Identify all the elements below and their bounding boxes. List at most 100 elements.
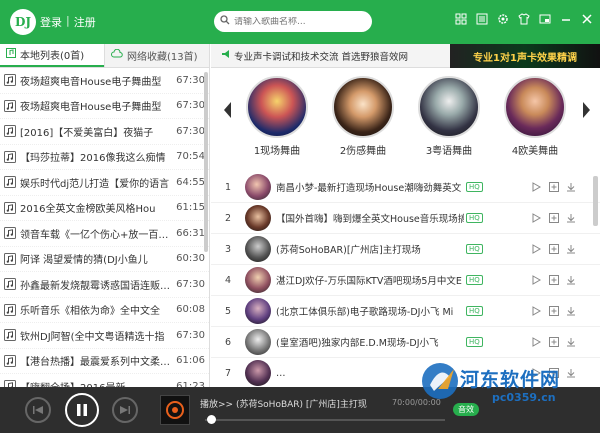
skin-icon[interactable] [517, 12, 531, 26]
category-cover[interactable] [504, 76, 566, 138]
tab-network-favorites[interactable]: 网络收藏(13首) [104, 44, 209, 67]
download-icon[interactable] [565, 337, 576, 348]
search-input[interactable] [234, 16, 364, 27]
carousel-prev-icon[interactable] [221, 100, 233, 120]
add-icon[interactable] [548, 244, 559, 255]
auth-links: 登录 | 注册 [40, 14, 96, 30]
close-icon[interactable] [580, 12, 594, 26]
track-row[interactable]: 2 【国外首嗨】嗨到爆全英文House音乐现场搞 HQ [211, 203, 600, 234]
track-thumbnail[interactable] [245, 236, 271, 262]
play-icon[interactable] [531, 306, 542, 317]
carousel-next-icon[interactable] [581, 100, 593, 120]
song-title: 乐听音乐《相依为命》全中文全 [20, 306, 160, 318]
music-note-icon [4, 74, 16, 87]
auth-separator: | [66, 14, 70, 27]
gear-icon[interactable] [496, 12, 510, 26]
song-duration: 67:30 [176, 125, 205, 137]
track-title[interactable]: 南昌小梦-最新打造现场House潮嗨劲舞英文 [276, 180, 464, 194]
track-thumbnail[interactable] [245, 298, 271, 324]
play-icon[interactable] [531, 182, 542, 193]
song-list-item[interactable]: 夜场超爽电音House电子舞曲型 67:30 [0, 68, 209, 94]
play-icon[interactable] [531, 213, 542, 224]
download-icon[interactable] [565, 306, 576, 317]
add-icon[interactable] [548, 213, 559, 224]
play-icon[interactable] [531, 244, 542, 255]
track-thumbnail[interactable] [245, 329, 271, 355]
download-icon[interactable] [565, 275, 576, 286]
category-cover[interactable] [332, 76, 394, 138]
music-note-icon [4, 380, 16, 387]
track-thumbnail[interactable] [245, 174, 271, 200]
song-list-item[interactable]: 【嗨翻全场】2016最新…61:23 [0, 374, 209, 387]
category-item[interactable]: 1现场舞曲 [243, 76, 311, 157]
song-list-item[interactable]: 【港台热播】最震爱系列中文柔… 61:06 [0, 349, 209, 374]
add-icon[interactable] [548, 306, 559, 317]
song-list-item[interactable]: 孙鑫最新发烧靓霉诱惑国语连贩… 67:30 [0, 272, 209, 298]
track-row[interactable]: 1 南昌小梦-最新打造现场House潮嗨劲舞英文 HQ [211, 172, 600, 203]
category-item[interactable]: 4欧美舞曲 [501, 76, 569, 157]
banner-bar: 专业声卡调试和技术交流 首选野狼音效网 专业1对1声卡效果精调 [211, 44, 600, 68]
song-duration: 67:30 [176, 278, 205, 290]
track-row[interactable]: 5 (北京工体俱乐部)电子歌路现场-DJ小飞 Mi HQ [211, 296, 600, 327]
register-link[interactable]: 注册 [74, 14, 96, 30]
list-icon[interactable] [475, 12, 489, 26]
category-item[interactable]: 3粤语舞曲 [415, 76, 483, 157]
play-icon[interactable] [531, 275, 542, 286]
song-title: 娱乐时代dj范儿打造【爱你的语言 [20, 178, 170, 190]
previous-button[interactable] [25, 397, 51, 423]
track-title[interactable]: 【国外首嗨】嗨到爆全英文House音乐现场搞 [276, 211, 464, 225]
track-row[interactable]: 6 (皇室酒吧)独家内部E.D.M现场-DJ小飞 HQ [211, 327, 600, 358]
minimize-icon[interactable] [559, 12, 573, 26]
play-icon[interactable] [531, 337, 542, 348]
track-row[interactable]: 4 湛江DJ欢仔-万乐国际KTV酒吧现场5月中文E HQ [211, 265, 600, 296]
song-list-item[interactable]: 夜场超爽电音House电子舞曲型 67:30 [0, 94, 209, 119]
banner-ad[interactable]: 专业1对1声卡效果精调 [450, 44, 600, 68]
search-icon[interactable] [220, 15, 230, 28]
track-thumbnail[interactable] [245, 205, 271, 231]
track-title[interactable]: (北京工体俱乐部)电子歌路现场-DJ小飞 Mi [276, 304, 464, 318]
header-icons [454, 12, 594, 26]
category-cover[interactable] [246, 76, 308, 138]
pause-button[interactable] [65, 393, 99, 427]
track-title[interactable]: (皇室酒吧)独家内部E.D.M现场-DJ小飞 [276, 335, 464, 349]
track-number: 5 [224, 305, 232, 317]
login-link[interactable]: 登录 [40, 14, 62, 30]
track-row[interactable]: 3 (苏荷SoHoBAR)[广州店]主打现场 HQ [211, 234, 600, 265]
track-thumbnail[interactable] [245, 267, 271, 293]
next-button[interactable] [112, 397, 138, 423]
download-icon[interactable] [565, 213, 576, 224]
search-box[interactable] [214, 11, 372, 32]
tab-local-list[interactable]: 本地列表(0首) [0, 44, 104, 67]
add-icon[interactable] [548, 337, 559, 348]
download-icon[interactable] [565, 182, 576, 193]
track-scrollbar[interactable] [593, 176, 598, 226]
add-icon[interactable] [548, 182, 559, 193]
song-duration: 64:55 [176, 176, 205, 188]
song-list-item[interactable]: 阿译 渴望爱情的猜(DJ小鱼儿 60:30 [0, 247, 209, 272]
banner-text[interactable]: 专业声卡调试和技术交流 首选野狼音效网 [234, 49, 408, 63]
download-icon[interactable] [565, 244, 576, 255]
song-list-item[interactable]: 钦州DJ阿智(全中文粤语精选十指 67:30 [0, 323, 209, 349]
now-playing-cover[interactable] [160, 395, 190, 425]
music-note-icon [4, 329, 16, 342]
track-title[interactable]: … [276, 368, 464, 379]
mini-mode-icon[interactable] [538, 12, 552, 26]
song-list-item[interactable]: 领音车载《一亿个伤心+放一百… 66:31 [0, 221, 209, 247]
progress-knob[interactable] [207, 415, 216, 424]
progress-bar[interactable] [205, 415, 445, 424]
grid-icon[interactable] [454, 12, 468, 26]
track-title[interactable]: 湛江DJ欢仔-万乐国际KTV酒吧现场5月中文E [276, 273, 464, 287]
sound-effect-button[interactable]: 音效 [453, 403, 479, 416]
category-item[interactable]: 2伤感舞曲 [329, 76, 397, 157]
add-icon[interactable] [548, 275, 559, 286]
playlist-scrollbar[interactable] [204, 72, 208, 252]
song-list-item[interactable]: 乐听音乐《相依为命》全中文全 60:08 [0, 298, 209, 323]
song-list-item[interactable]: [2016]【不爱美富白】夜猫子 67:30 [0, 119, 209, 145]
song-list-item[interactable]: 【玛莎拉蒂】2016像我这么痴情 70:54 [0, 145, 209, 170]
song-list-item[interactable]: 2016全英文金榜欧美风格Hou 61:15 [0, 196, 209, 221]
category-cover[interactable] [418, 76, 480, 138]
track-title[interactable]: (苏荷SoHoBAR)[广州店]主打现场 [276, 242, 464, 256]
track-thumbnail[interactable] [245, 360, 271, 386]
song-list-item[interactable]: 娱乐时代dj范儿打造【爱你的语言 64:55 [0, 170, 209, 196]
download-icon[interactable] [565, 368, 576, 379]
